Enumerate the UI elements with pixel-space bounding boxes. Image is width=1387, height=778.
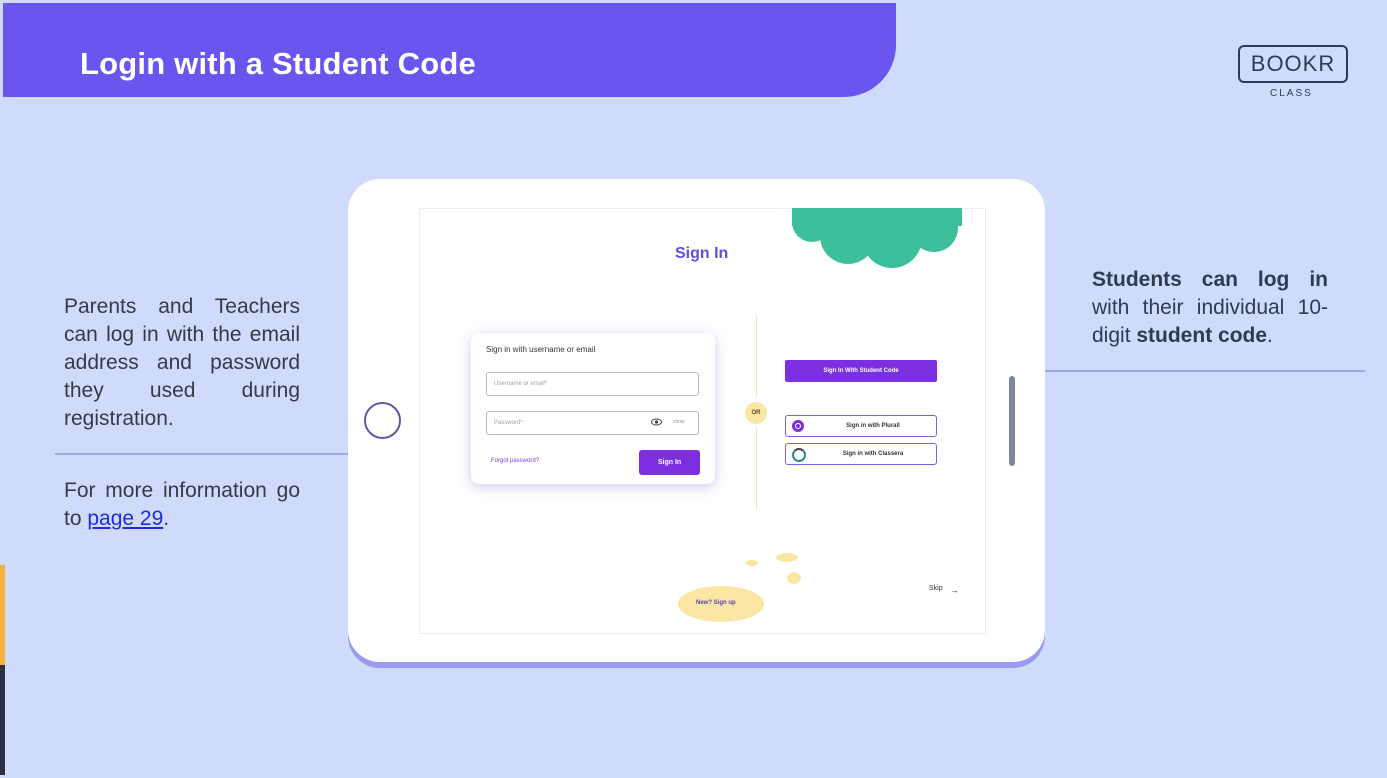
eye-icon[interactable] [651, 418, 662, 426]
cloud-decoration [792, 208, 962, 268]
or-badge: OR [745, 402, 767, 424]
divider-line-top [756, 316, 757, 396]
edge-decoration-accent [0, 565, 5, 665]
sign-in-classera-button[interactable]: Sign in with Classera [785, 443, 937, 465]
arrow-right-small-icon[interactable]: → [950, 585, 959, 595]
more-info-suffix: . [163, 507, 170, 530]
show-password-label[interactable]: show [673, 419, 685, 425]
classera-label: Sign in with Classera [842, 451, 904, 457]
parents-teachers-text: Parents and Teachers can log in with the… [64, 295, 300, 430]
slide-title: Login with a Student Code [80, 46, 476, 81]
yellow-blob-decoration [787, 572, 801, 584]
yellow-blob-decoration [746, 560, 758, 566]
password-input[interactable]: Password* [486, 411, 699, 435]
sign-in-plurall-button[interactable]: Sign in with Plurall [785, 415, 937, 437]
sign-in-button[interactable]: Sign In [639, 450, 700, 475]
sign-in-student-code-button[interactable]: Sign In With Student Code [785, 360, 937, 382]
student-code-bold: student code [1136, 324, 1268, 347]
students-text: Students can log in with their individua… [1092, 266, 1328, 350]
yellow-blob-decoration [776, 553, 798, 562]
tablet-side-bar [1009, 376, 1015, 466]
page-29-link[interactable]: page 29 [87, 507, 163, 530]
more-info-text: For more information go to page 29. [64, 477, 300, 533]
sign-in-heading: Sign In [675, 245, 729, 262]
username-input[interactable]: Username or email* [486, 372, 699, 396]
students-text-suffix: . [1267, 324, 1273, 347]
divider-line-bottom [756, 428, 757, 510]
students-text-bold: Students can log in [1092, 268, 1328, 291]
bookr-logo-sub: CLASS [1270, 88, 1313, 99]
bookr-logo: BOOKR [1238, 45, 1348, 83]
new-sign-up-link[interactable]: New? Sign up [696, 600, 736, 606]
plurall-label: Sign in with Plurall [846, 423, 900, 429]
skip-link[interactable]: Skip [929, 585, 943, 592]
forgot-password-link[interactable]: Forgot password? [491, 458, 539, 464]
tablet-home-button [364, 402, 401, 439]
form-heading: Sign in with username or email [486, 345, 596, 354]
